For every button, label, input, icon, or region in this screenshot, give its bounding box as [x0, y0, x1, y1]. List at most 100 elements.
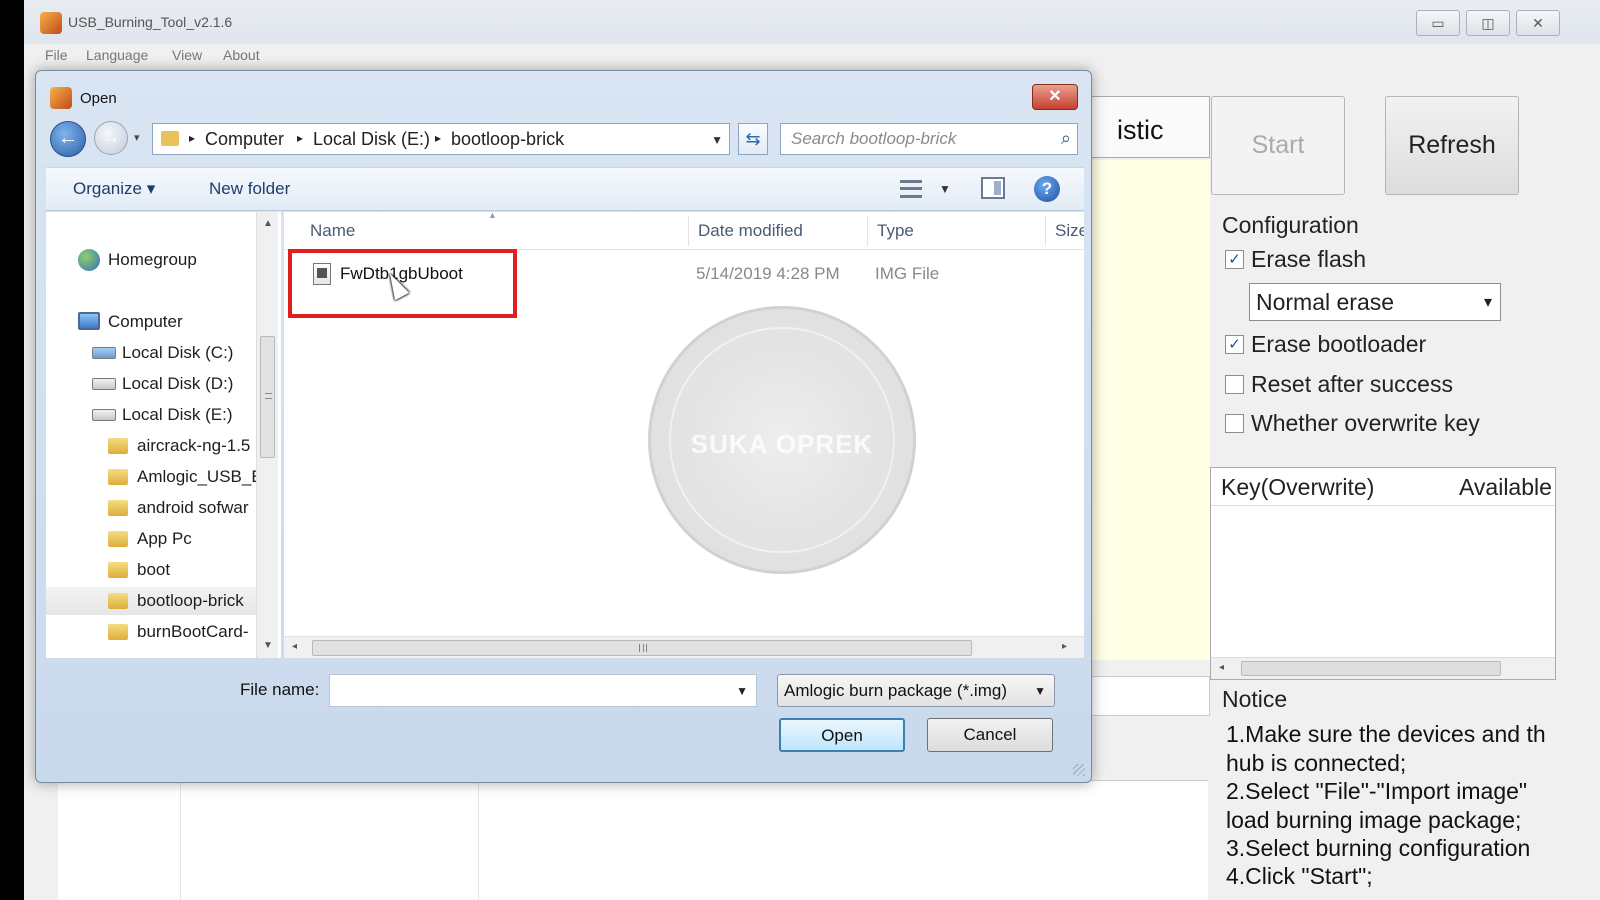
column-date-modified[interactable]: Date modified — [698, 221, 803, 241]
scroll-right-icon[interactable]: ▸ — [1062, 641, 1067, 652]
navigation-scroll-thumb[interactable] — [260, 336, 275, 458]
refresh-icon[interactable]: ⇆ — [738, 123, 768, 155]
folder-icon — [108, 469, 128, 485]
scroll-grip-icon — [639, 644, 647, 652]
statistic-tab[interactable]: istic — [1090, 96, 1210, 158]
erase-flash-checkbox[interactable]: ✓ — [1225, 250, 1244, 269]
resize-grip-icon[interactable] — [1073, 764, 1085, 776]
menu-view[interactable]: View — [172, 47, 202, 63]
nav-item-local-disk-c[interactable]: Local Disk (C:) — [46, 339, 256, 367]
file-list: SUKA OPREK ▲ Name Date modified Type Siz… — [284, 212, 1084, 658]
open-button[interactable]: Open — [779, 718, 905, 752]
nav-item-local-disk-e[interactable]: Local Disk (E:) — [46, 401, 256, 429]
breadcrumb-separator-icon[interactable]: ▸ — [435, 131, 441, 145]
nav-item-local-disk-d[interactable]: Local Disk (D:) — [46, 370, 256, 398]
menu-file[interactable]: File — [45, 47, 68, 63]
nav-item-folder[interactable]: Amlogic_USB_E — [46, 463, 263, 491]
erase-bootloader-checkbox[interactable]: ✓ — [1225, 335, 1244, 354]
menu-about[interactable]: About — [223, 47, 260, 63]
notice-line: 3.Select burning configuration — [1226, 835, 1531, 861]
file-name-input[interactable] — [330, 675, 720, 706]
new-folder-button[interactable]: New folder — [209, 179, 290, 199]
key-table-scrollbar[interactable]: ◂ — [1211, 657, 1555, 679]
notice-box: 1.Make sure the devices and th hub is co… — [1210, 716, 1556, 900]
column-name[interactable]: Name — [310, 221, 355, 241]
breadcrumb-computer[interactable]: Computer — [205, 129, 284, 150]
dialog-app-icon — [50, 87, 72, 109]
scroll-left-icon[interactable]: ◂ — [1219, 662, 1224, 673]
erase-mode-select[interactable]: Normal erase ▾ — [1249, 283, 1501, 321]
preview-pane-icon[interactable] — [981, 177, 1005, 199]
file-type-select[interactable]: Amlogic burn package (*.img) ▼ — [777, 674, 1055, 707]
nav-item-computer[interactable]: Computer — [46, 308, 256, 336]
nav-item-label: Computer — [108, 312, 183, 331]
minimize-button[interactable]: ▭ — [1416, 10, 1460, 36]
menu-language[interactable]: Language — [86, 47, 148, 63]
breadcrumb-local-disk-e[interactable]: Local Disk (E:) — [313, 129, 430, 150]
file-name-field[interactable]: ▼ — [329, 674, 757, 707]
nav-item-folder[interactable]: android sofwar — [46, 494, 256, 522]
reset-after-success-label: Reset after success — [1251, 371, 1453, 397]
reset-after-success-checkbox[interactable] — [1225, 375, 1244, 394]
scroll-up-icon[interactable]: ▲ — [263, 218, 273, 229]
screen: USB_Burning_Tool_v2.1.6 ▭ ◫ ✕ File Langu… — [0, 0, 1600, 900]
view-dropdown-icon[interactable]: ▼ — [939, 182, 951, 196]
search-icon[interactable]: ⌕ — [1061, 128, 1071, 149]
file-type-value: Amlogic burn package (*.img) — [784, 681, 1007, 700]
help-icon[interactable]: ? — [1034, 176, 1060, 202]
breadcrumb-bootloop-brick[interactable]: bootloop-brick — [451, 129, 564, 150]
search-input[interactable] — [781, 124, 1041, 154]
notice-title: Notice — [1222, 686, 1288, 712]
folder-icon — [108, 624, 128, 640]
start-button[interactable]: Start — [1211, 96, 1345, 195]
device-table — [58, 780, 1208, 900]
organize-button[interactable]: Organize ▾ — [73, 179, 155, 199]
file-name-dropdown-icon[interactable]: ▼ — [736, 684, 748, 698]
file-list-scroll-thumb[interactable] — [312, 640, 972, 656]
file-name-label: File name: — [240, 680, 320, 699]
device-table-divider — [478, 781, 479, 900]
navigation-scrollbar[interactable]: ▲ ▼ — [256, 212, 278, 658]
recent-locations-icon[interactable]: ▾ — [134, 131, 140, 144]
dialog-title: Open — [80, 90, 117, 107]
erase-mode-value: Normal erase — [1256, 289, 1395, 315]
column-divider[interactable] — [688, 216, 689, 246]
refresh-button[interactable]: Refresh — [1385, 96, 1519, 195]
nav-item-folder[interactable]: App Pc — [46, 525, 256, 553]
address-dropdown-icon[interactable]: ▼ — [711, 133, 723, 147]
column-divider[interactable] — [867, 216, 868, 246]
breadcrumb-separator-icon[interactable]: ▸ — [189, 131, 195, 145]
close-button[interactable]: ✕ — [1516, 10, 1560, 36]
forward-arrow-icon[interactable]: → — [94, 121, 128, 155]
back-arrow-icon[interactable]: ← — [50, 121, 86, 157]
open-dialog: Open ✕ ← → ▾ ▸ Computer ▸ Local Disk (E:… — [35, 70, 1092, 783]
column-divider[interactable] — [1045, 216, 1046, 246]
column-size[interactable]: Size — [1055, 221, 1084, 241]
key-table-scroll-thumb[interactable] — [1241, 661, 1501, 676]
scroll-left-icon[interactable]: ◂ — [292, 641, 297, 652]
nav-item-folder[interactable]: aircrack-ng-1.5 — [46, 432, 256, 460]
notice-line: 2.Select "File"-"Import image" — [1226, 778, 1528, 804]
dialog-close-button[interactable]: ✕ — [1032, 84, 1078, 110]
address-bar[interactable]: ▸ Computer ▸ Local Disk (E:) ▸ bootloop-… — [152, 123, 730, 155]
notice-line: hub is connected; — [1226, 750, 1407, 776]
folder-icon — [108, 593, 128, 609]
nav-item-folder[interactable]: boot — [46, 556, 256, 584]
search-box[interactable]: ⌕ — [780, 123, 1078, 155]
folder-icon — [108, 500, 128, 516]
overwrite-key-checkbox[interactable] — [1225, 414, 1244, 433]
nav-item-bootloop-brick[interactable]: bootloop-brick — [46, 587, 256, 615]
file-list-scrollbar[interactable]: ◂ ▸ — [284, 636, 1084, 658]
nav-item-label: Homegroup — [108, 250, 197, 269]
nav-item-homegroup[interactable]: Homegroup — [46, 246, 256, 274]
breadcrumb-separator-icon[interactable]: ▸ — [297, 131, 303, 145]
maximize-button[interactable]: ◫ — [1466, 10, 1510, 36]
view-options-icon[interactable] — [900, 180, 922, 198]
device-table-divider — [180, 781, 181, 900]
key-overwrite-column[interactable]: Key(Overwrite) — [1221, 474, 1374, 501]
column-type[interactable]: Type — [877, 221, 914, 241]
scroll-down-icon[interactable]: ▼ — [263, 640, 273, 651]
nav-item-folder[interactable]: burnBootCard- — [46, 618, 256, 646]
available-column[interactable]: Available — [1459, 474, 1552, 501]
cancel-button[interactable]: Cancel — [927, 718, 1053, 752]
